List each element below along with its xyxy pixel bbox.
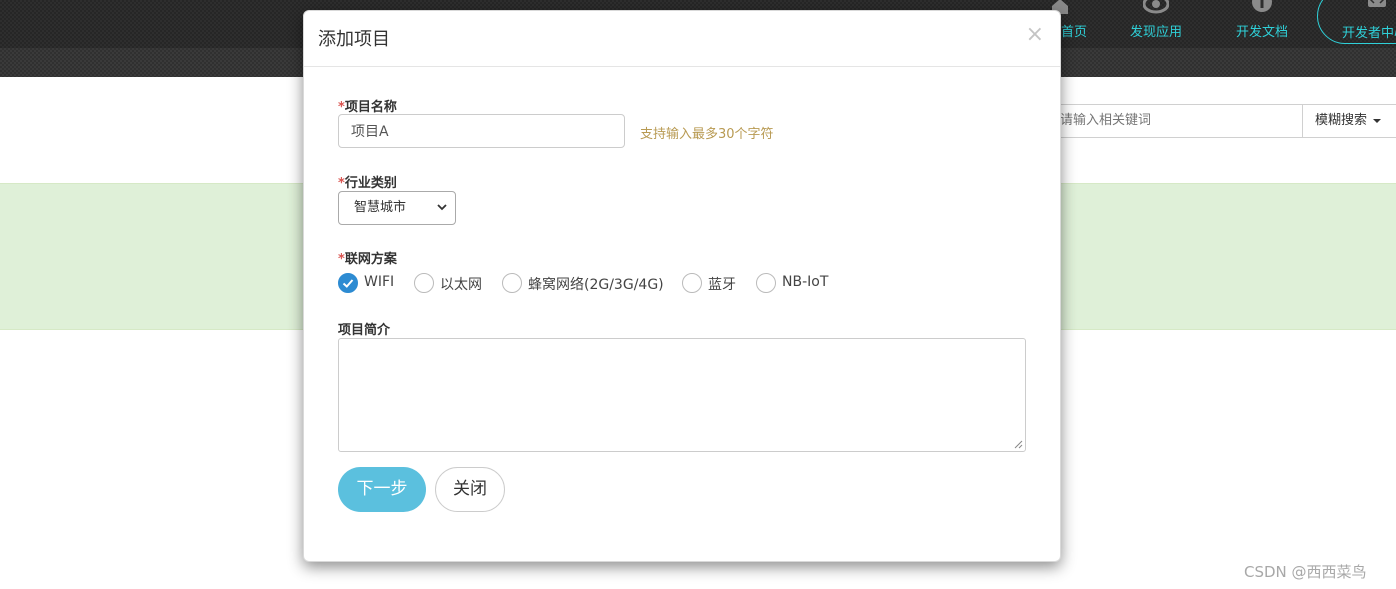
radio-unchecked-icon xyxy=(682,273,702,293)
modal-title: 添加项目 xyxy=(318,29,390,50)
resize-handle-icon[interactable] xyxy=(1014,440,1023,449)
nav-discover[interactable]: 发现应用 xyxy=(1120,0,1192,44)
radio-unchecked-icon xyxy=(502,273,522,293)
industry-selected-value: 智慧城市 xyxy=(354,200,407,215)
nav-discover-label: 发现应用 xyxy=(1129,25,1182,40)
close-icon[interactable]: × xyxy=(1026,23,1044,47)
network-label: *联网方案 xyxy=(338,248,397,267)
radio-unchecked-icon xyxy=(414,273,434,293)
radio-label: WIFI xyxy=(364,274,395,290)
required-mark: * xyxy=(338,100,345,115)
nav-docs-label: 开发文档 xyxy=(1235,25,1288,40)
project-name-hint: 支持输入最多30个字符 xyxy=(640,127,774,142)
modal-header: 添加项目 × xyxy=(304,11,1060,67)
nav-developer-label: 开发者中心 xyxy=(1342,26,1396,41)
close-button[interactable]: 关闭 xyxy=(435,467,505,512)
search-mode-label: 模糊搜索 xyxy=(1315,113,1368,128)
project-name-input[interactable] xyxy=(338,114,625,148)
info-icon xyxy=(1252,0,1272,12)
intro-label: 项目简介 xyxy=(338,323,391,338)
code-icon xyxy=(1368,0,1386,7)
search-bar: 模糊搜索 xyxy=(1040,104,1396,138)
eye-icon xyxy=(1143,0,1169,14)
network-label-text: 联网方案 xyxy=(344,252,397,267)
project-name-label: *项目名称 xyxy=(338,96,397,115)
nav-developer-center[interactable]: 开发者中心 xyxy=(1317,0,1396,44)
search-input[interactable] xyxy=(1040,105,1302,137)
radio-label: 以太网 xyxy=(440,277,482,293)
intro-textarea[interactable] xyxy=(338,338,1026,452)
industry-select[interactable]: 智慧城市 xyxy=(338,191,456,225)
radio-label: 蜂窝网络(2G/3G/4G) xyxy=(528,277,664,293)
chevron-down-icon xyxy=(437,204,447,211)
radio-checked-icon xyxy=(338,273,358,293)
required-mark: * xyxy=(338,176,345,191)
next-step-button[interactable]: 下一步 xyxy=(338,467,426,512)
project-name-label-text: 项目名称 xyxy=(344,100,397,115)
industry-label-text: 行业类别 xyxy=(344,176,397,191)
required-mark: * xyxy=(338,252,345,267)
radio-label: NB-IoT xyxy=(782,274,829,290)
radio-unchecked-icon xyxy=(756,273,776,293)
add-project-modal: 添加项目 × *项目名称 支持输入最多30个字符 *行业类别 智慧城市 *联网方… xyxy=(303,10,1061,562)
radio-label: 蓝牙 xyxy=(708,277,736,293)
industry-label: *行业类别 xyxy=(338,172,397,191)
nav-docs[interactable]: 开发文档 xyxy=(1226,0,1298,44)
caret-down-icon xyxy=(1373,118,1382,123)
search-mode-dropdown[interactable]: 模糊搜索 xyxy=(1302,105,1396,137)
watermark: CSDN @西西菜鸟 xyxy=(1244,563,1367,581)
